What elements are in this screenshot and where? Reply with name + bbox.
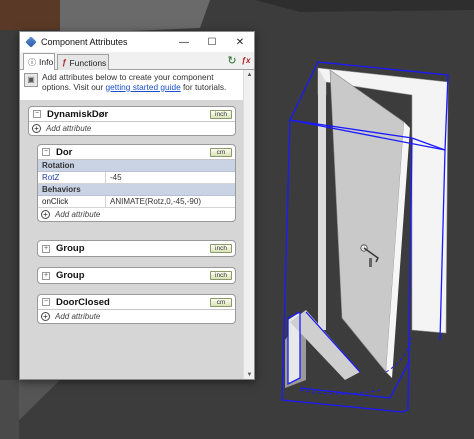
unit-toggle-button[interactable]: cm xyxy=(210,298,232,307)
app-icon xyxy=(25,36,37,48)
info-text-after: for tutorials. xyxy=(180,81,227,92)
add-icon: + xyxy=(41,312,50,321)
attribute-row[interactable]: RotZ -45 xyxy=(38,172,235,184)
section-header-rotation: Rotation xyxy=(38,160,235,172)
component-name: Group xyxy=(56,243,85,254)
component-dynamiskdor: − DynamiskDør inch + Add attribute xyxy=(28,106,236,136)
collapse-toggle[interactable]: − xyxy=(42,298,50,306)
info-strip: ▣ Add attributes below to create your co… xyxy=(20,70,245,94)
vertical-scrollbar[interactable]: ▲ ▼ xyxy=(243,70,254,379)
unit-toggle-button[interactable]: cm xyxy=(210,148,232,157)
component-name: Dor xyxy=(56,146,73,158)
component-header[interactable]: − Dor cm xyxy=(38,145,235,160)
close-button[interactable]: ✕ xyxy=(226,32,254,52)
section-header-behaviors: Behaviors xyxy=(38,184,235,196)
attributes-area: − DynamiskDør inch + Add attribute − Dor… xyxy=(20,100,245,379)
add-attribute-row[interactable]: + Add attribute xyxy=(29,122,235,135)
content-pane: ▣ Add attributes below to create your co… xyxy=(20,70,245,379)
add-attribute-label: Add attribute xyxy=(46,124,92,133)
expand-toggle[interactable]: + xyxy=(42,271,50,280)
tab-label: Functions xyxy=(69,57,107,68)
unit-toggle-button[interactable]: inch xyxy=(210,110,232,119)
collapse-toggle[interactable]: − xyxy=(42,148,50,156)
keyhole-icon xyxy=(369,258,372,267)
component-info-icon: ▣ xyxy=(24,73,38,87)
add-attribute-label: Add attribute xyxy=(55,210,101,219)
floor-patch xyxy=(0,380,19,439)
minimize-button[interactable]: — xyxy=(170,32,198,52)
maximize-button[interactable]: ☐ xyxy=(198,32,226,52)
component-group: + Group inch xyxy=(37,267,236,284)
scroll-down-icon[interactable]: ▼ xyxy=(244,370,254,379)
component-header[interactable]: + Group inch xyxy=(38,241,235,256)
component-header[interactable]: − DynamiskDør inch xyxy=(29,107,235,122)
expand-toggle[interactable]: + xyxy=(42,244,50,253)
collapse-toggle[interactable]: − xyxy=(33,110,41,118)
add-attribute-row[interactable]: + Add attribute xyxy=(38,310,235,323)
door-frame-side xyxy=(318,68,326,330)
add-icon: + xyxy=(41,210,50,219)
floor-patch xyxy=(0,0,60,30)
component-header[interactable]: + Group inch xyxy=(38,268,235,283)
attribute-name[interactable]: onClick xyxy=(38,196,106,207)
tab-label: Info xyxy=(39,57,54,67)
component-name: DynamiskDør xyxy=(47,108,109,120)
attribute-name[interactable]: RotZ xyxy=(38,172,106,183)
scroll-up-icon[interactable]: ▲ xyxy=(244,70,254,81)
attribute-row[interactable]: onClick ANIMATE(Rotz,0,-45,-90) xyxy=(38,196,235,208)
unit-toggle-button[interactable]: inch xyxy=(210,244,232,253)
tab-bar: ⓘ Info ƒ Functions ↻ ƒx xyxy=(20,52,254,70)
getting-started-link[interactable]: getting started guide xyxy=(106,82,181,92)
info-text: Add attributes below to create your comp… xyxy=(42,72,241,94)
component-group: + Group inch xyxy=(37,240,236,257)
add-attribute-row[interactable]: + Add attribute xyxy=(38,208,235,221)
formula-toggle-icon[interactable]: ƒx xyxy=(240,55,252,67)
component-doorclosed: − DoorClosed cm + Add attribute xyxy=(37,294,236,324)
add-attribute-label: Add attribute xyxy=(55,312,101,321)
component-name: DoorClosed xyxy=(56,296,110,308)
component-dor: − Dor cm Rotation RotZ -45 Behaviors onC… xyxy=(37,144,236,222)
unit-toggle-button[interactable]: inch xyxy=(210,271,232,280)
title-bar[interactable]: Component Attributes — ☐ ✕ xyxy=(20,32,254,52)
attribute-value[interactable]: ANIMATE(Rotz,0,-45,-90) xyxy=(106,197,235,206)
component-attributes-dialog: Component Attributes — ☐ ✕ ⓘ Info ƒ Func… xyxy=(19,31,255,380)
add-icon: + xyxy=(32,124,41,133)
attribute-value[interactable]: -45 xyxy=(106,173,235,182)
function-icon: ƒ xyxy=(62,58,67,67)
refresh-icon[interactable]: ↻ xyxy=(226,55,238,67)
component-header[interactable]: − DoorClosed cm xyxy=(38,295,235,310)
tab-functions[interactable]: ƒ Functions xyxy=(57,54,109,70)
window-title: Component Attributes xyxy=(41,37,128,47)
tab-info[interactable]: ⓘ Info xyxy=(23,53,55,70)
component-name: Group xyxy=(56,270,85,281)
info-tab-icon: ⓘ xyxy=(28,57,36,67)
